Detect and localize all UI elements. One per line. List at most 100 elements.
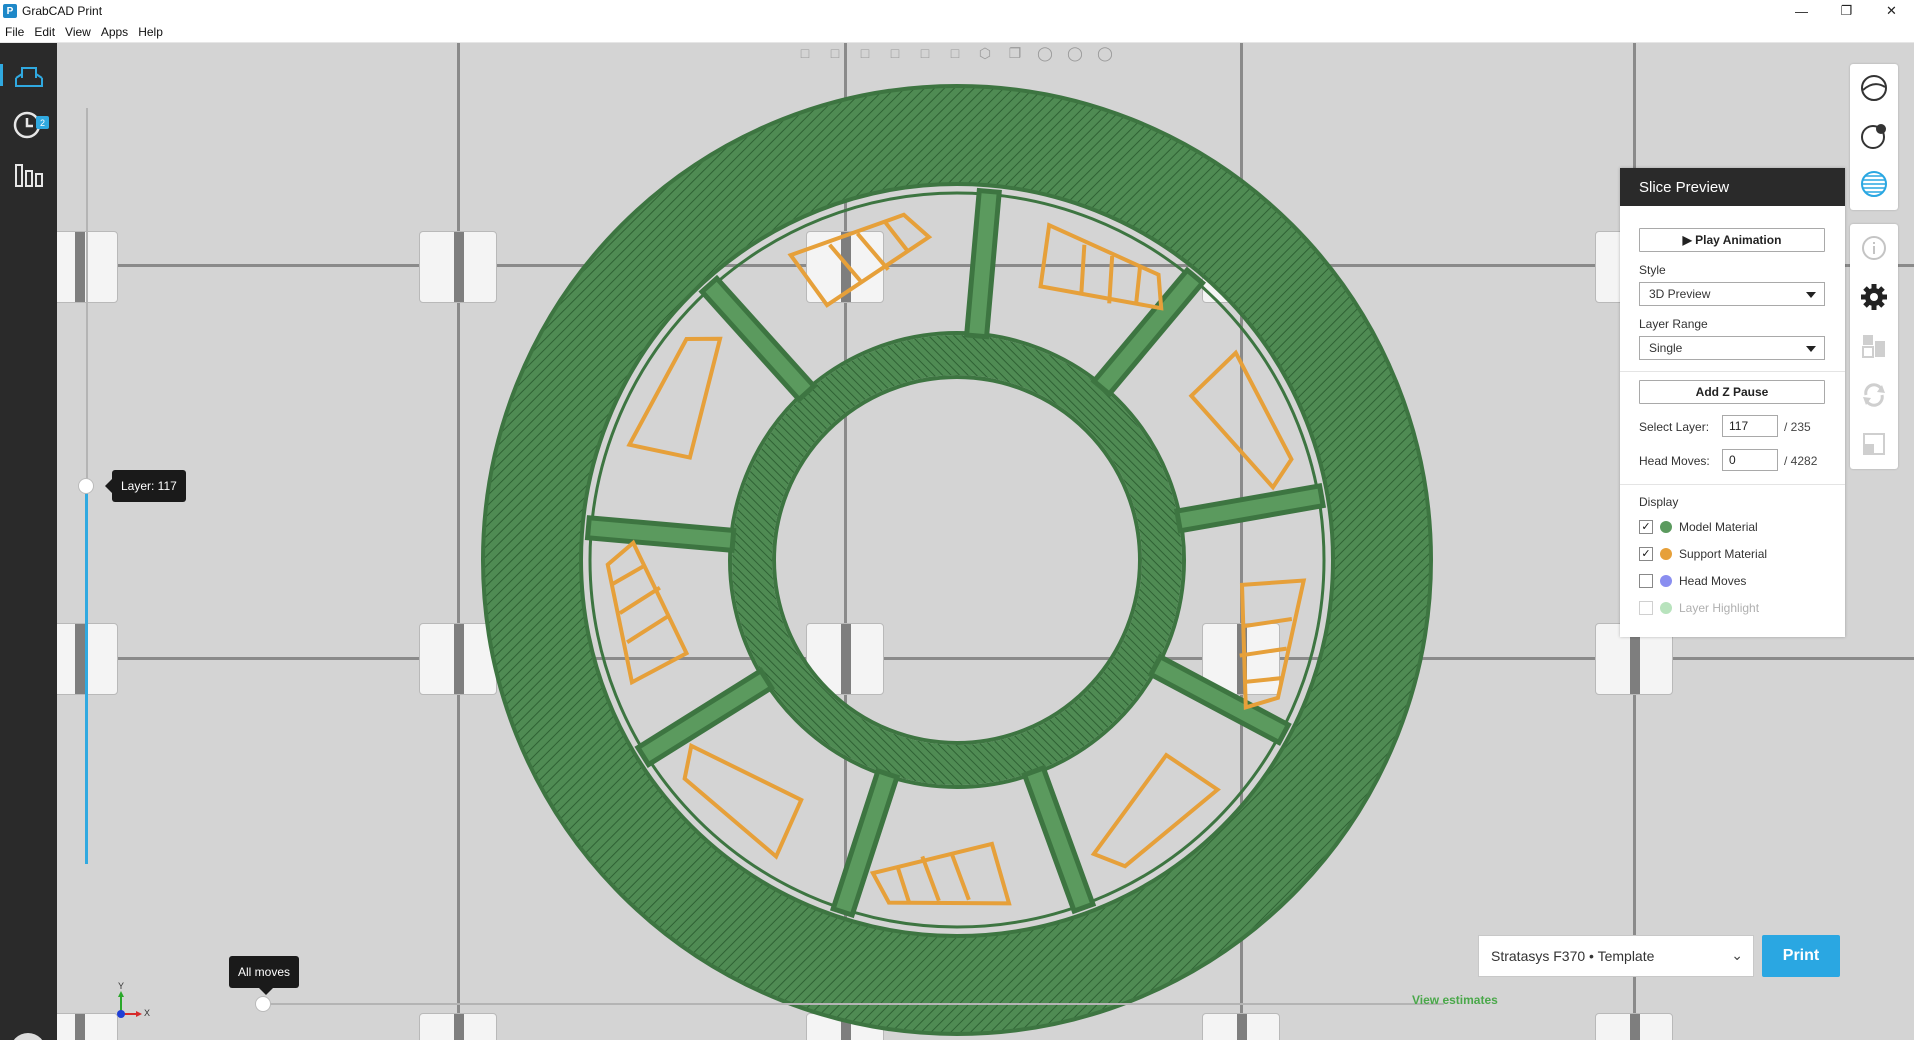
bottom-view-icon[interactable]: □ [942,43,968,63]
play-animation-button[interactable]: ▶ Play Animation [1639,228,1825,252]
support-material-checkbox[interactable]: ✓ [1639,547,1653,561]
chevron-down-icon: ⌄ [1731,947,1743,963]
minimize-button[interactable]: — [1779,0,1824,22]
caret-down-icon [1806,292,1816,298]
select-layer-total: / 235 [1784,420,1811,434]
layer-range-value: Single [1649,341,1683,355]
model-material-swatch [1660,521,1672,533]
model-material-checkbox[interactable]: ✓ [1639,520,1653,534]
head-moves-input[interactable]: 0 [1722,449,1778,471]
view-mode-group [1850,64,1898,210]
slice-preview-button[interactable] [1850,160,1898,208]
front-view-icon[interactable]: □ [792,43,818,63]
back-view-icon[interactable]: □ [822,43,848,63]
tray-icon [14,67,43,87]
add-z-pause-button[interactable]: Add Z Pause [1639,380,1825,404]
style-select-value: 3D Preview [1649,287,1711,301]
left-view-icon[interactable]: □ [852,43,878,63]
menu-edit[interactable]: Edit [29,25,60,39]
avatar[interactable] [10,1033,46,1040]
moves-slider-thumb[interactable] [255,996,271,1012]
moves-slider-track[interactable] [262,1003,1444,1005]
zoom-view-icon[interactable]: ◯ [1032,43,1058,63]
sidebar-item-project[interactable] [0,50,57,100]
sliced-part-model [481,84,1433,1036]
panel-title: Slice Preview [1620,168,1845,206]
rotate-icon [1863,383,1885,407]
head-moves-label: Head Moves: [1639,454,1710,468]
model-check-button[interactable] [1850,112,1898,160]
sidebar-item-dashboard[interactable] [0,150,57,200]
view-toolbar: □ □ □ □ □ □ ⬡ ❐ ◯ ◯ ◯ [792,43,1118,63]
divider [1620,484,1845,485]
tray-clip [1595,1013,1673,1040]
rotate-button[interactable] [1850,371,1898,419]
display-label: Display [1639,495,1679,509]
zoom-all-icon[interactable]: ◯ [1092,43,1118,63]
maximize-button[interactable]: ❐ [1824,0,1869,22]
slice-preview-panel: Slice Preview ▶ Play Animation Style 3D … [1620,168,1845,637]
support-material-swatch [1660,548,1672,560]
layer-highlight-checkbox[interactable] [1639,601,1653,615]
printer-select[interactable]: Stratasys F370 • Template ⌄ [1478,935,1754,977]
head-moves-total: / 4282 [1784,454,1818,468]
menu-bar: File Edit View Apps Help [0,22,1914,43]
layer-slider-fill [85,486,88,864]
scale-button[interactable] [1850,420,1898,468]
info-button[interactable] [1850,224,1898,272]
app-title: GrabCAD Print [22,4,103,18]
axis-x-label: X [144,1008,151,1018]
right-toolbar [1850,64,1898,469]
layer-tooltip: Layer: 117 [105,470,186,502]
print-button[interactable]: Print [1762,935,1840,977]
settings-button[interactable] [1850,273,1898,321]
left-sidebar: 2 [0,43,57,1040]
head-moves-checkbox[interactable] [1639,574,1653,588]
menu-help[interactable]: Help [133,25,168,39]
layer-range-label: Layer Range [1639,317,1708,331]
view-estimates-link[interactable]: View estimates [1412,993,1498,1007]
layer-highlight-label: Layer Highlight [1679,601,1760,615]
check-globe-icon [1861,124,1886,149]
globe-icon [1861,75,1887,101]
model-material-label: Model Material [1679,520,1758,534]
tools-group [1850,224,1898,469]
model-view-button[interactable] [1850,64,1898,112]
info-icon [1862,236,1886,260]
head-moves-display-label: Head Moves [1679,574,1747,588]
zoom-selection-icon[interactable]: ◯ [1062,43,1088,63]
active-indicator [0,64,3,86]
right-view-icon[interactable]: □ [882,43,908,63]
caret-down-icon [1806,346,1816,352]
iso-view-icon[interactable]: ⬡ [972,43,998,63]
support-material-label: Support Material [1679,547,1768,561]
sidebar-item-jobs[interactable]: 2 [0,100,57,150]
head-moves-swatch [1660,575,1672,587]
fit-view-icon[interactable]: ❐ [1002,43,1028,63]
bar-chart-icon [14,164,43,187]
select-layer-input[interactable]: 117 [1722,415,1778,437]
style-label: Style [1639,263,1666,277]
close-button[interactable]: ✕ [1869,0,1914,22]
app-logo-icon: P [3,4,17,18]
arrange-icon [1862,335,1885,358]
scale-icon [1863,433,1885,455]
layer-highlight-swatch [1660,602,1672,614]
layer-range-select[interactable]: Single [1639,336,1825,360]
menu-view[interactable]: View [60,25,96,39]
gear-icon [1861,284,1887,310]
menu-apps[interactable]: Apps [96,25,133,39]
layer-slider-thumb[interactable] [78,478,94,494]
axis-y-label: Y [118,981,125,991]
style-select[interactable]: 3D Preview [1639,282,1825,306]
select-layer-label: Select Layer: [1639,420,1710,434]
arrange-button[interactable] [1850,322,1898,370]
top-view-icon[interactable]: □ [912,43,938,63]
window-controls: — ❐ ✕ [1779,0,1914,22]
menu-file[interactable]: File [0,25,29,39]
moves-tooltip: All moves [229,956,300,995]
jobs-badge: 2 [36,116,49,129]
title-bar: P GrabCAD Print — ❐ ✕ [0,0,1914,22]
axis-triad: Y X [111,981,151,1023]
slice-layers-icon [1861,171,1887,197]
